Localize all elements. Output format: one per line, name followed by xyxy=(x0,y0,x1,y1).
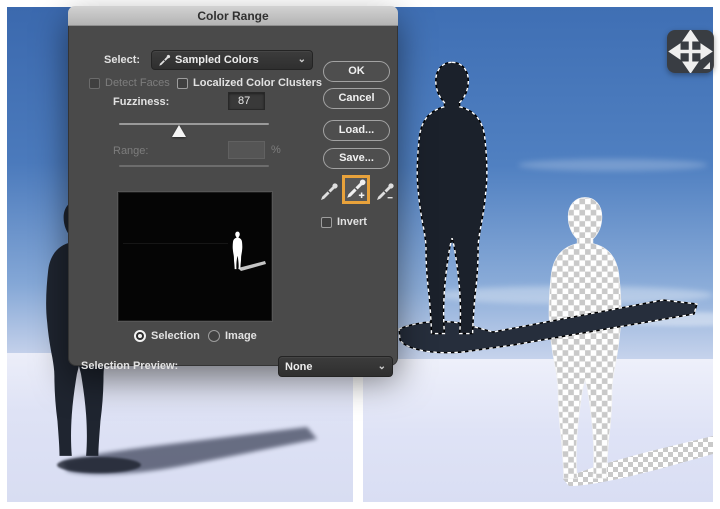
select-dropdown-value: Sampled Colors xyxy=(175,54,259,66)
preview-horizon xyxy=(123,243,228,244)
selection-preview-value: None xyxy=(285,360,313,373)
fuzziness-input[interactable] xyxy=(228,92,265,110)
fuzziness-slider-thumb[interactable] xyxy=(172,125,186,137)
invert-label: Invert xyxy=(337,216,367,228)
dialog-body: Select: Sampled Colors ⌄ Detect Faces Lo… xyxy=(68,26,398,377)
chevron-down-icon: ⌄ xyxy=(297,54,306,65)
invert-checkbox[interactable] xyxy=(321,217,332,228)
eyedropper-sample-icon[interactable] xyxy=(319,182,339,202)
eyedropper-plus-icon xyxy=(347,179,366,199)
preview-white-figure xyxy=(232,231,243,270)
eyedropper-minus-icon[interactable] xyxy=(375,182,395,202)
range-unit: % xyxy=(271,144,281,156)
color-range-dialog: Color Range Select: Sampled Colors ⌄ Det… xyxy=(68,6,398,377)
screenshot-frame: Color Range Select: Sampled Colors ⌄ Det… xyxy=(0,0,720,509)
fuzziness-label: Fuzziness: xyxy=(113,96,170,108)
localized-clusters-checkbox[interactable] xyxy=(177,78,188,89)
save-button[interactable]: Save... xyxy=(323,148,390,169)
selection-radio[interactable] xyxy=(134,330,146,342)
load-button[interactable]: Load... xyxy=(323,120,390,141)
chevron-down-icon: ⌄ xyxy=(377,360,386,372)
ground-right xyxy=(363,359,713,502)
selection-radio-label: Selection xyxy=(151,330,200,342)
range-slider-track xyxy=(119,165,269,167)
range-label: Range: xyxy=(113,145,149,157)
selection-preview-thumbnail[interactable] xyxy=(118,192,272,321)
select-label: Select: xyxy=(104,54,141,66)
eyedropper-add-highlight[interactable] xyxy=(342,175,370,204)
preview-art xyxy=(123,231,266,271)
feet-shadow-left xyxy=(57,457,141,473)
right-photo-art xyxy=(363,7,713,502)
selection-preview-dropdown[interactable]: None ⌄ xyxy=(278,356,393,377)
image-radio[interactable] xyxy=(208,330,220,342)
select-dropdown[interactable]: Sampled Colors ⌄ xyxy=(151,50,313,70)
image-radio-label: Image xyxy=(225,330,257,342)
range-input xyxy=(228,141,265,159)
cloud-streak xyxy=(518,159,708,171)
canvas-right-half[interactable] xyxy=(363,7,713,502)
cancel-button[interactable]: Cancel xyxy=(323,88,390,109)
detect-faces-checkbox xyxy=(89,78,100,89)
detect-faces-label: Detect Faces xyxy=(105,77,170,89)
preview-shadow-streak xyxy=(238,261,266,271)
badge-corner-triangle xyxy=(703,62,710,69)
eyedropper-icon xyxy=(159,54,171,66)
selection-preview-label: Selection Preview: xyxy=(81,360,179,372)
fuzziness-slider-track[interactable] xyxy=(119,123,269,125)
move-tool-badge[interactable] xyxy=(667,29,714,74)
dialog-titlebar[interactable]: Color Range xyxy=(68,6,398,26)
ok-button[interactable]: OK xyxy=(323,61,390,82)
localized-clusters-label: Localized Color Clusters xyxy=(193,77,322,89)
